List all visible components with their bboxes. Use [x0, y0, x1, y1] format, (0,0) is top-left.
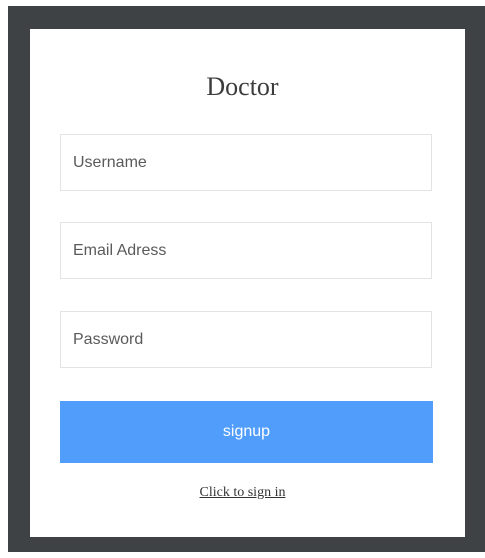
signup-button[interactable]: signup	[60, 401, 433, 463]
form-title: Doctor	[206, 72, 279, 101]
email-input[interactable]	[60, 222, 432, 279]
username-input[interactable]	[60, 134, 432, 191]
sign-in-link[interactable]: Click to sign in	[0, 485, 485, 501]
password-input[interactable]	[60, 311, 432, 368]
